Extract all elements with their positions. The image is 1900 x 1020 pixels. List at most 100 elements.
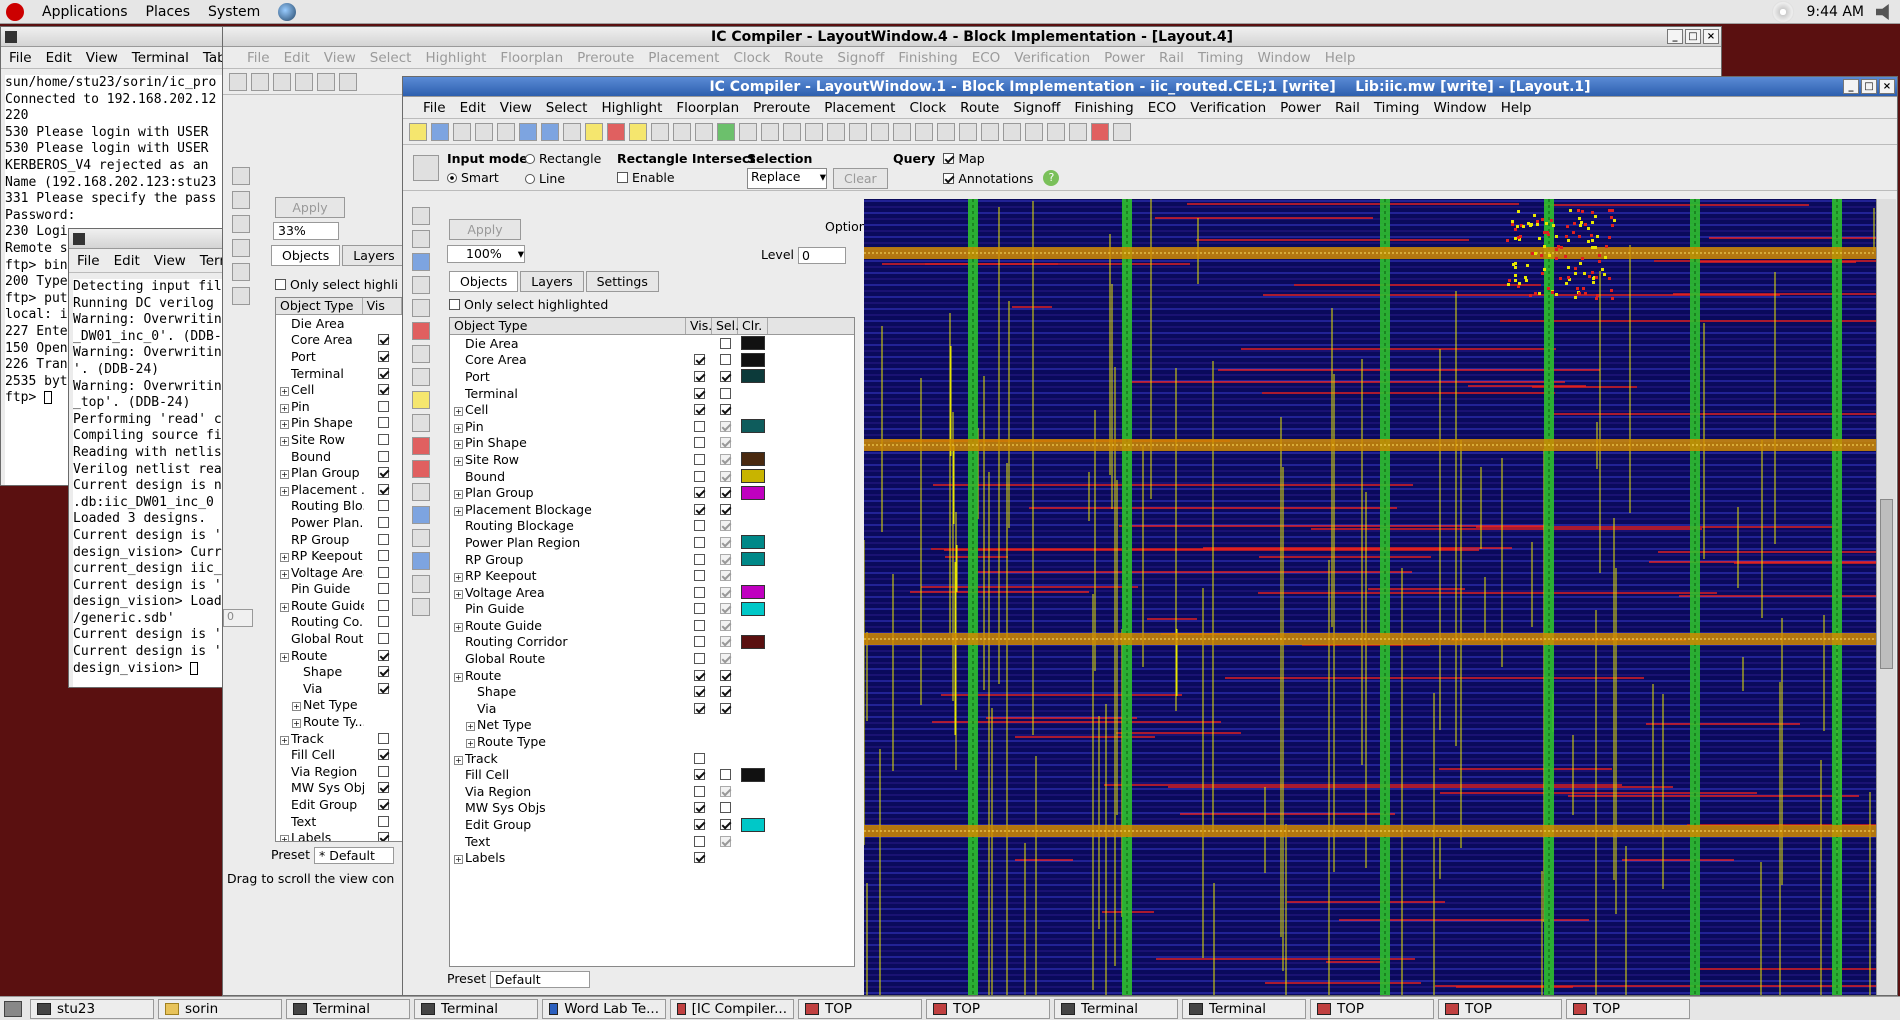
vis-checkbox[interactable]	[693, 653, 705, 665]
zoom-selection-icon[interactable]	[827, 122, 845, 141]
menu-edit[interactable]: Edit	[46, 50, 72, 66]
expand-icon[interactable]: +	[280, 553, 289, 563]
object-row[interactable]: Shape	[450, 683, 854, 700]
vis-checkbox[interactable]	[377, 550, 389, 562]
color-swatch[interactable]	[741, 585, 765, 600]
column-header[interactable]: Vis.	[686, 318, 712, 334]
object-row[interactable]: + Plan Group	[276, 464, 402, 481]
map-checkbox[interactable]	[943, 153, 955, 164]
menu-view[interactable]: View	[324, 50, 356, 66]
vis-checkbox[interactable]	[377, 334, 389, 346]
sel-checkbox[interactable]	[719, 802, 731, 814]
expand-icon[interactable]: +	[292, 719, 301, 729]
sel-checkbox[interactable]	[719, 785, 731, 797]
sel-checkbox[interactable]	[719, 553, 731, 565]
vis-checkbox[interactable]	[693, 686, 705, 698]
menu-highlight[interactable]: Highlight	[425, 50, 486, 66]
edit-icon[interactable]	[673, 122, 691, 141]
menu-route[interactable]: Route	[784, 50, 823, 66]
menu-timing[interactable]: Timing	[1374, 100, 1420, 116]
object-row[interactable]: + Cell	[276, 381, 402, 398]
delete-icon[interactable]	[412, 368, 430, 386]
sel-checkbox[interactable]	[719, 702, 731, 714]
query-icon[interactable]	[783, 122, 801, 141]
menu-preroute[interactable]: Preroute	[753, 100, 810, 116]
move-icon[interactable]	[412, 230, 430, 248]
vis-checkbox[interactable]	[693, 752, 705, 764]
radio-line[interactable]: Line	[525, 171, 565, 186]
color-swatch[interactable]	[741, 601, 765, 616]
object-row[interactable]: + Labels	[276, 829, 402, 841]
object-row[interactable]: Routing Blo...	[276, 498, 402, 515]
route-icon[interactable]	[695, 122, 713, 141]
vis-checkbox[interactable]	[693, 852, 705, 864]
redo-icon[interactable]	[1069, 122, 1087, 141]
object-row[interactable]: Terminal	[276, 365, 402, 382]
sel-checkbox[interactable]	[719, 420, 731, 432]
object-row[interactable]: + Pin	[450, 418, 854, 435]
object-row[interactable]: Port	[450, 368, 854, 385]
object-row[interactable]: + Labels	[450, 849, 854, 866]
sel-checkbox[interactable]	[719, 669, 731, 681]
apply-button[interactable]: Apply	[275, 197, 345, 218]
vis-checkbox[interactable]	[377, 433, 389, 445]
object-row[interactable]: Pin Guide	[276, 581, 402, 598]
tab-settings[interactable]: Settings	[585, 271, 659, 292]
menu-terminal[interactable]: Terminal	[132, 50, 189, 66]
object-row[interactable]: + Route Type	[450, 733, 854, 750]
sel-checkbox[interactable]	[719, 337, 731, 349]
object-row[interactable]: Fill Cell	[276, 746, 402, 763]
maximize-button[interactable]: □	[1861, 79, 1877, 94]
vis-checkbox[interactable]	[377, 417, 389, 429]
terminal-titlebar[interactable]	[1, 27, 229, 47]
object-row[interactable]: + Voltage Area	[450, 584, 854, 601]
expand-icon[interactable]: +	[280, 735, 289, 745]
open-icon[interactable]	[409, 122, 427, 141]
sel-checkbox[interactable]	[719, 835, 731, 847]
canvas-scrollbar[interactable]	[1876, 199, 1896, 995]
menu-route[interactable]: Route	[960, 100, 999, 116]
pan-icon[interactable]	[563, 122, 581, 141]
expand-icon[interactable]: +	[280, 387, 289, 397]
object-row[interactable]: + Pin Shape	[450, 435, 854, 452]
apply-button[interactable]: Apply	[449, 219, 521, 240]
sel-checkbox[interactable]	[719, 570, 731, 582]
menu-eco[interactable]: ECO	[1148, 100, 1177, 116]
taskbar-button[interactable]: Terminal	[1054, 998, 1178, 1019]
expand-icon[interactable]: +	[454, 589, 463, 599]
object-row[interactable]: Edit Group	[450, 816, 854, 833]
menu-signoff[interactable]: Signoff	[837, 50, 884, 66]
undo-icon[interactable]	[1047, 122, 1065, 141]
minimize-button[interactable]: _	[1667, 29, 1683, 44]
menu-select[interactable]: Select	[546, 100, 588, 116]
expand-icon[interactable]: +	[466, 739, 475, 749]
object-row[interactable]: + Net Type	[450, 717, 854, 734]
only-select-checkbox[interactable]	[449, 299, 460, 310]
vis-checkbox[interactable]	[693, 702, 705, 714]
vis-checkbox[interactable]	[693, 835, 705, 847]
dc-terminal-titlebar[interactable]	[69, 229, 229, 249]
tab-objects[interactable]: Objects	[271, 245, 341, 266]
sel-checkbox[interactable]	[719, 819, 731, 831]
close-button[interactable]: ×	[1879, 79, 1895, 94]
tab-layers[interactable]: Layers	[342, 245, 406, 266]
vis-checkbox[interactable]	[693, 453, 705, 465]
object-row[interactable]: +Placement ...	[276, 481, 402, 498]
clear-icon[interactable]	[607, 122, 625, 141]
vis-checkbox[interactable]	[377, 616, 389, 628]
object-row[interactable]: + Route	[276, 647, 402, 664]
object-row[interactable]: + Net Type	[276, 697, 402, 714]
clear-button[interactable]: Clear	[833, 168, 888, 189]
vis-checkbox[interactable]	[693, 553, 705, 565]
menu-edit[interactable]: Edit	[460, 100, 486, 116]
sel-checkbox[interactable]	[719, 769, 731, 781]
camera-icon[interactable]	[937, 122, 955, 141]
taskbar-button[interactable]: TOP	[798, 998, 922, 1019]
select-icon[interactable]	[453, 122, 471, 141]
vis-checkbox[interactable]	[377, 500, 389, 512]
flight-line-icon[interactable]	[761, 122, 779, 141]
object-row[interactable]: + Plan Group	[450, 484, 854, 501]
sel-checkbox[interactable]	[719, 404, 731, 416]
move-icon[interactable]	[232, 191, 250, 209]
object-row[interactable]: Shape	[276, 663, 402, 680]
